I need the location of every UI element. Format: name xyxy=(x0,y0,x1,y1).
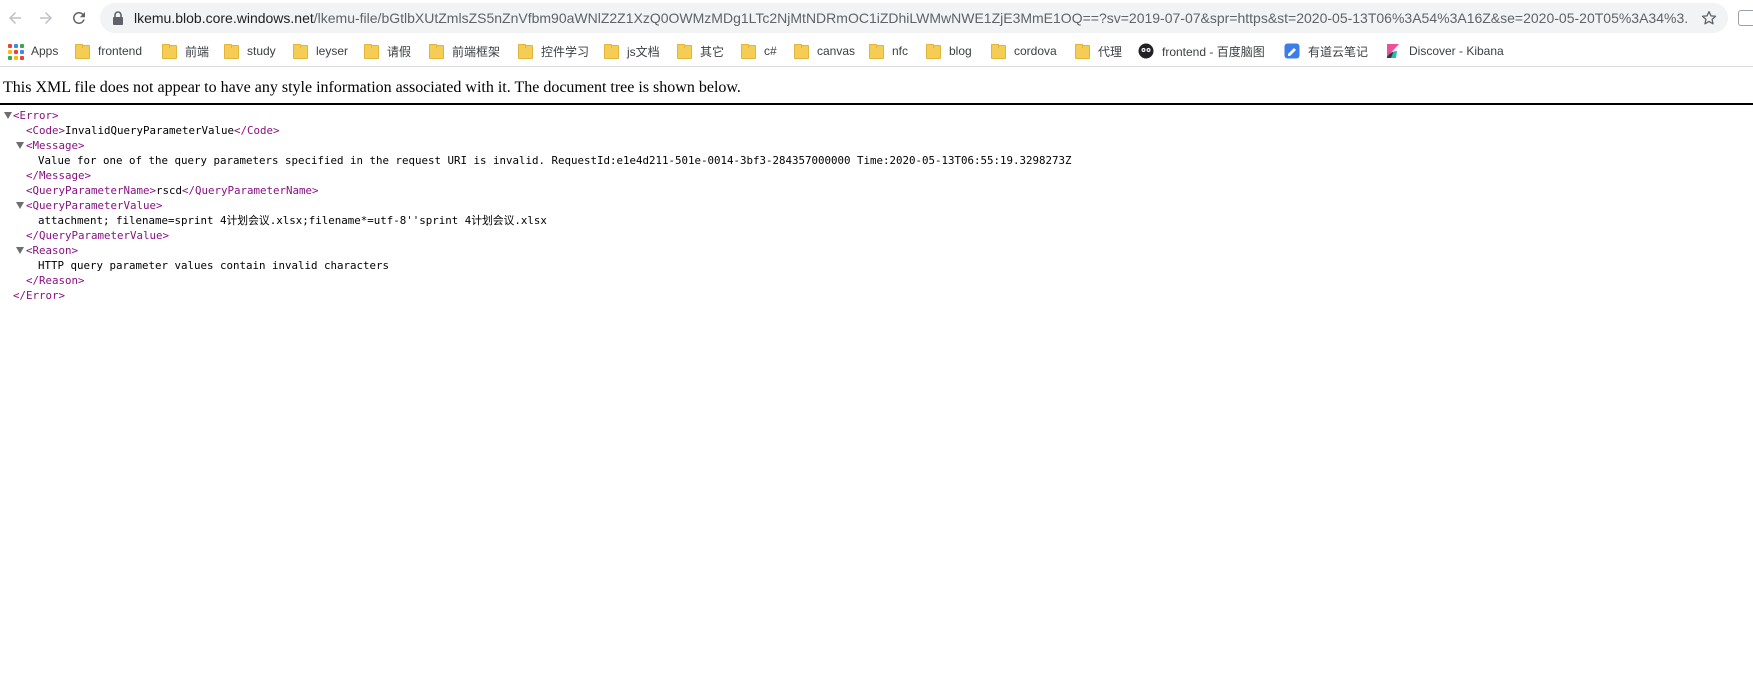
xml-tag-message-open: <Message> xyxy=(26,139,85,152)
bookmark-label: 控件学习 xyxy=(541,44,590,59)
xml-tag-code-close: </Code> xyxy=(234,124,280,137)
bookmark-kibana[interactable]: Discover - Kibana xyxy=(1385,41,1504,61)
bookmark-folder-csharp[interactable]: c# xyxy=(740,41,777,61)
bookmark-label: 前端框架 xyxy=(452,44,501,59)
folder-icon xyxy=(868,43,884,59)
folder-icon xyxy=(517,43,533,59)
folder-icon xyxy=(223,43,239,59)
forward-button[interactable] xyxy=(33,5,59,31)
bookmark-folder-jsdocs[interactable]: js文档 xyxy=(603,41,660,61)
bookmark-folder-qingjia[interactable]: 请假 xyxy=(363,41,411,61)
xml-style-notice: This XML file does not appear to have an… xyxy=(3,79,741,96)
folder-icon xyxy=(363,43,379,59)
bookmark-label: frontend - 百度脑图 xyxy=(1162,44,1265,59)
bookmark-folder-qianduan[interactable]: 前端 xyxy=(161,41,209,61)
bookmark-label: blog xyxy=(949,44,972,58)
youdao-note-icon xyxy=(1284,43,1300,59)
bookmark-star-icon[interactable] xyxy=(1700,9,1718,27)
bookmark-label: 有道云笔记 xyxy=(1308,44,1369,59)
xml-qpn-value: rscd xyxy=(156,184,183,197)
bookmark-label: frontend xyxy=(98,44,143,58)
reload-button[interactable] xyxy=(66,5,92,31)
bookmark-folder-frontend[interactable]: frontend xyxy=(74,41,142,61)
folder-icon xyxy=(1074,43,1090,59)
xml-node-query-parameter-name: <QueryParameterName>rscd</QueryParameter… xyxy=(26,183,319,198)
bookmark-label: cordova xyxy=(1014,44,1057,58)
baidu-naotu-icon xyxy=(1138,43,1154,59)
xml-qpv-value: attachment; filename=sprint 4计划会议.xlsx;f… xyxy=(38,214,547,227)
folder-icon xyxy=(161,43,177,59)
bookmark-folder-proxy[interactable]: 代理 xyxy=(1074,41,1122,61)
back-arrow-icon xyxy=(9,12,21,24)
bookmark-folder-cordova[interactable]: cordova xyxy=(990,41,1057,61)
bookmarks-bar: Apps frontend 前端 study leyser 请假 前端框架 控件… xyxy=(0,36,1753,67)
bookmark-label: 请假 xyxy=(387,44,412,59)
folder-icon xyxy=(925,43,941,59)
xml-reason-value: HTTP query parameter values contain inva… xyxy=(38,259,390,272)
url-text[interactable]: lkemu.blob.core.windows.net/lkemu-file/b… xyxy=(134,3,1688,33)
xml-tag-code-open: <Code> xyxy=(26,124,66,137)
collapse-toggle-icon[interactable] xyxy=(15,141,24,150)
browser-toolbar: lkemu.blob.core.windows.net/lkemu-file/b… xyxy=(0,0,1753,36)
bookmark-label: 代理 xyxy=(1098,44,1123,59)
bookmark-apps[interactable]: Apps xyxy=(7,41,58,61)
bookmark-folder-frameworks[interactable]: 前端框架 xyxy=(428,41,500,61)
bookmark-label: 前端 xyxy=(185,44,210,59)
folder-icon xyxy=(428,43,444,59)
xml-tag-reason-close: </Reason> xyxy=(26,274,85,287)
address-bar[interactable]: lkemu.blob.core.windows.net/lkemu-file/b… xyxy=(100,3,1728,33)
bookmark-label: Apps xyxy=(31,44,59,58)
bookmark-folder-blog[interactable]: blog xyxy=(925,41,972,61)
folder-icon xyxy=(990,43,1006,59)
bookmark-folder-controls[interactable]: 控件学习 xyxy=(517,41,589,61)
extension-icon[interactable] xyxy=(1738,10,1753,26)
xml-tag-qpv-open: <QueryParameterValue> xyxy=(26,199,163,212)
url-path: /lkemu-file/bGtlbXUtZmlsZS5nZnVfbm90aWNl… xyxy=(313,10,1688,26)
bookmark-folder-study[interactable]: study xyxy=(223,41,276,61)
apps-icon xyxy=(7,43,24,60)
folder-icon xyxy=(292,43,308,59)
xml-tag-error-open: <Error> xyxy=(13,109,59,122)
bookmark-label: c# xyxy=(764,44,777,58)
bookmark-folder-canvas[interactable]: canvas xyxy=(793,41,855,61)
xml-code-value: InvalidQueryParameterValue xyxy=(65,124,235,137)
bookmark-folder-nfc[interactable]: nfc xyxy=(868,41,908,61)
folder-icon xyxy=(74,43,90,59)
collapse-toggle-icon[interactable] xyxy=(3,111,12,120)
url-host: lkemu.blob.core.windows.net xyxy=(134,10,314,26)
bookmark-label: 其它 xyxy=(700,44,725,59)
bookmark-label: nfc xyxy=(892,44,909,58)
bookmark-folder-other[interactable]: 其它 xyxy=(676,41,724,61)
bookmark-baidu-naotu[interactable]: frontend - 百度脑图 xyxy=(1138,41,1265,61)
xml-tag-qpn-close: </QueryParameterName> xyxy=(182,184,319,197)
notice-divider xyxy=(0,103,1753,105)
collapse-toggle-icon[interactable] xyxy=(15,246,24,255)
xml-tag-reason-open: <Reason> xyxy=(26,244,79,257)
xml-tag-error-close: </Error> xyxy=(13,289,66,302)
collapse-toggle-icon[interactable] xyxy=(15,201,24,210)
lock-icon xyxy=(113,11,123,25)
folder-icon xyxy=(603,43,619,59)
bookmark-label: js文档 xyxy=(627,44,660,59)
folder-icon xyxy=(793,43,809,59)
bookmark-label: study xyxy=(247,44,276,58)
back-button[interactable] xyxy=(2,5,28,31)
xml-node-code: <Code>InvalidQueryParameterValue</Code> xyxy=(26,123,280,138)
folder-icon xyxy=(676,43,692,59)
bookmark-label: Discover - Kibana xyxy=(1409,44,1504,58)
xml-tag-message-close: </Message> xyxy=(26,169,92,182)
bookmark-folder-leyser[interactable]: leyser xyxy=(292,41,348,61)
reload-icon xyxy=(72,11,85,24)
bookmark-label: canvas xyxy=(817,44,856,58)
xml-message-value: Value for one of the query parameters sp… xyxy=(38,154,1072,167)
kibana-icon xyxy=(1387,44,1399,58)
forward-arrow-icon xyxy=(40,12,52,24)
bookmark-youdao-note[interactable]: 有道云笔记 xyxy=(1284,41,1368,61)
page-content: This XML file does not appear to have an… xyxy=(0,67,1753,694)
xml-tag-qpv-close: </QueryParameterValue> xyxy=(26,229,170,242)
bookmark-label: leyser xyxy=(316,44,349,58)
folder-icon xyxy=(740,43,756,59)
xml-tag-qpn-open: <QueryParameterName> xyxy=(26,184,157,197)
